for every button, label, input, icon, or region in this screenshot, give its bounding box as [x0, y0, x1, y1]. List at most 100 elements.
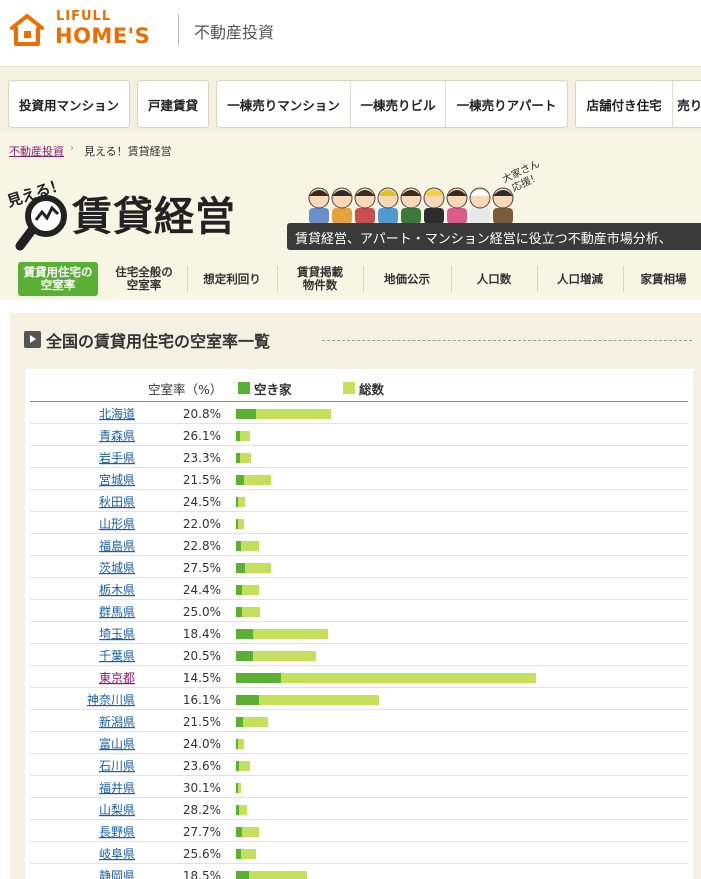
bar-vacant: [236, 717, 243, 727]
tab-divider: [451, 266, 452, 292]
person-body: [424, 208, 444, 224]
tab-divider: [623, 266, 624, 292]
vacancy-rate-value: 18.4%: [183, 627, 221, 641]
vacancy-rate-value: 23.6%: [183, 759, 221, 773]
bar-vacant: [236, 783, 238, 793]
person-body: [493, 208, 513, 224]
site-name[interactable]: 不動産投資: [194, 19, 274, 43]
legend-swatch-total: [343, 382, 355, 394]
vacancy-rate-value: 18.5%: [183, 869, 221, 879]
vacancy-rate-value: 24.5%: [183, 495, 221, 509]
prefecture-link[interactable]: 福井県: [99, 780, 135, 795]
logo-lifull[interactable]: LIFULL: [56, 9, 111, 24]
magnifier-icon: [15, 195, 67, 251]
tab-nav: 賃貸用住宅の 空室率 住宅全般の 空室率 想定利回り 賃貸掲載 物件数 地価公示…: [0, 258, 701, 300]
bar-vacant: [236, 761, 239, 771]
category-whole-apartment[interactable]: 一棟売りアパート: [446, 81, 567, 127]
section-divider: [322, 340, 692, 341]
bar-vacant: [236, 651, 253, 661]
person-body: [355, 208, 375, 224]
support-badge: 大家さん 応援！: [500, 158, 543, 195]
prefecture-link[interactable]: 静岡県: [99, 869, 135, 879]
category-investment-mansion[interactable]: 投資用マンション: [9, 81, 129, 127]
prefecture-link[interactable]: 山形県: [99, 517, 135, 531]
tab-listings[interactable]: 賃貸掲載 物件数: [280, 262, 360, 296]
prefecture-link[interactable]: 秋田県: [99, 495, 135, 509]
vacancy-rate-value: 25.6%: [183, 847, 221, 861]
bar-vacant: [236, 475, 244, 485]
legend-label-vacant: 空き家: [254, 382, 292, 397]
prefecture-link[interactable]: 山梨県: [99, 803, 135, 817]
prefecture-link[interactable]: 青森県: [99, 428, 135, 443]
tab-divider: [537, 266, 538, 292]
prefecture-link[interactable]: 茨城県: [99, 561, 135, 575]
prefecture-link[interactable]: 岩手県: [99, 450, 135, 465]
tab-rental-vacancy[interactable]: 賃貸用住宅の 空室率: [18, 262, 98, 296]
vacancy-rate-value: 27.5%: [183, 561, 221, 575]
play-arrow-icon: [24, 331, 41, 348]
breadcrumb: 不動産投資 › 見える！賃貸経営: [0, 132, 701, 162]
prefecture-link[interactable]: 福島県: [99, 538, 135, 553]
prefecture-link[interactable]: 埼玉県: [99, 627, 135, 641]
tab-divider: [363, 266, 364, 292]
bar-vacant: [236, 409, 256, 419]
person-body: [401, 208, 421, 224]
vacancy-bar-chart: 北海道 20.8% 青森県 26.1% 岩手県 23.3% 宮城県 21.5% 秋田県 24.5%…: [30, 406, 688, 879]
category-whole-building[interactable]: 一棟売りビル: [351, 81, 446, 127]
bar-vacant: [236, 695, 259, 705]
house-logo-icon[interactable]: [9, 12, 45, 48]
breadcrumb-current: 見える！賃貸経営: [84, 145, 172, 158]
prefecture-link[interactable]: 岐阜県: [99, 847, 135, 861]
vacancy-rate-value: 22.0%: [183, 517, 221, 531]
category-group-2: 戸建賃貸: [137, 80, 209, 128]
tab-divider: [277, 266, 278, 292]
prefecture-link[interactable]: 千葉県: [99, 649, 135, 663]
legend-swatch-vacant: [238, 382, 250, 394]
bar-vacant: [236, 563, 245, 573]
category-group-3: 一棟売りマンション 一棟売りビル 一棟売りアパート: [216, 80, 568, 128]
prefecture-link[interactable]: 石川県: [99, 759, 135, 773]
legend-label-total: 総数: [359, 382, 385, 397]
bar-vacant: [236, 431, 240, 441]
tab-housing-vacancy[interactable]: 住宅全般の 空室率: [104, 262, 184, 296]
logo-homes[interactable]: HOME'S: [55, 24, 150, 48]
person-body: [470, 208, 490, 224]
vacancy-rate-value: 25.0%: [183, 605, 221, 619]
breadcrumb-link-home[interactable]: 不動産投資: [9, 143, 64, 159]
vacancy-rate-value: 21.5%: [183, 715, 221, 729]
bar-vacant: [236, 827, 242, 837]
category-shop-house[interactable]: 店舗付き住宅: [576, 81, 674, 127]
vacancy-rate-value: 20.5%: [183, 649, 221, 663]
hero-tagline: 賃貸経営、アパート・マンション経営に役立つ不動産市場分析、: [287, 223, 701, 250]
prefecture-link[interactable]: 宮城県: [99, 472, 135, 487]
chart-panel: 空室率（%） 空き家 総数 北海道 20.8% 青森県 26.1% 岩手県 23.3% 宮城…: [25, 369, 693, 879]
tab-population-change[interactable]: 人口増減: [540, 262, 620, 296]
prefecture-link[interactable]: 東京都: [99, 671, 135, 685]
hero-title: 賃貸経営: [72, 193, 236, 240]
prefecture-link[interactable]: 新潟県: [99, 714, 135, 729]
tab-population[interactable]: 人口数: [454, 262, 534, 296]
vacancy-rate-value: 28.2%: [183, 803, 221, 817]
bar-vacant: [236, 497, 238, 507]
category-sale-truncated[interactable]: 売り: [673, 81, 701, 127]
category-group-4: 店舗付き住宅 売り: [575, 80, 701, 128]
category-detached-rental[interactable]: 戸建賃貸: [138, 81, 208, 127]
category-whole-mansion[interactable]: 一棟売りマンション: [217, 81, 351, 127]
tab-land-price[interactable]: 地価公示: [366, 262, 448, 296]
person-body: [378, 208, 398, 224]
rate-column-header: 空室率（%）: [148, 382, 223, 397]
bar-vacant: [236, 607, 242, 617]
prefecture-link[interactable]: 群馬県: [99, 605, 135, 619]
bar-vacant: [236, 519, 238, 529]
prefecture-link[interactable]: 長野県: [99, 825, 135, 839]
vacancy-rate-value: 14.5%: [183, 671, 221, 685]
bar-vacant: [236, 453, 240, 463]
prefecture-link[interactable]: 富山県: [99, 736, 135, 751]
category-nav: 投資用マンション 戸建賃貸 一棟売りマンション 一棟売りビル 一棟売りアパート …: [0, 66, 701, 132]
tab-expected-yield[interactable]: 想定利回り: [190, 262, 274, 296]
tab-rent-market[interactable]: 家賃相場: [626, 262, 701, 296]
prefecture-link[interactable]: 神奈川県: [87, 693, 135, 707]
prefecture-link[interactable]: 栃木県: [99, 583, 135, 597]
bar-vacant: [236, 871, 249, 879]
prefecture-link[interactable]: 北海道: [99, 406, 135, 421]
